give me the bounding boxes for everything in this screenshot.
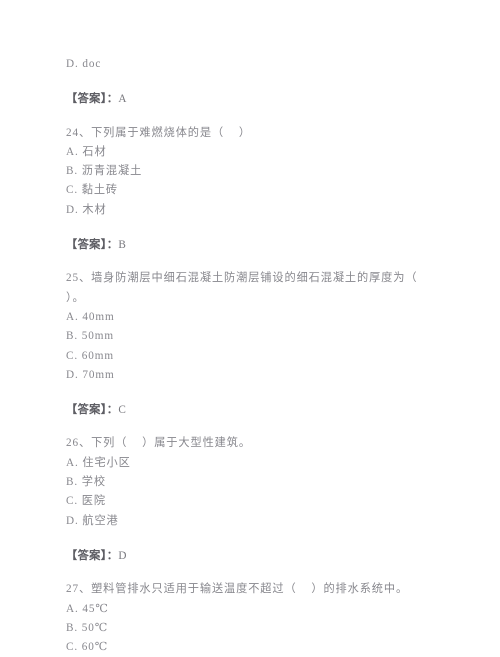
option-item: A. 住宅小区 [66, 456, 131, 469]
question-stem-27: 27、塑料管排水只适用于输送温度不超过（ ）的排水系统中。 [66, 583, 409, 596]
option-item: C. 60mm [66, 349, 114, 362]
answer-line: 【答案】：C [66, 401, 450, 420]
answer-value: C [118, 404, 127, 417]
answer-value: A [118, 93, 127, 106]
option-item: B. 学校 [66, 476, 106, 489]
answer-line: 【答案】：B [66, 236, 450, 255]
option-item: A. 石材 [66, 145, 107, 158]
question-stem-24: 24、下列属于难燃烧体的是（ ） [66, 126, 251, 139]
answer-line: 【答案】：D [66, 547, 450, 566]
option-item: B. 沥青混凝土 [66, 165, 143, 178]
answer-value: B [118, 239, 127, 252]
option-item: D. 木材 [66, 203, 107, 216]
question-stem-25: 25、墙身防潮层中细石混凝土防潮层铺设的细石混凝土的厚度为（ ）。 [66, 272, 418, 304]
option-item: D. doc [66, 58, 102, 70]
option-item: C. 医院 [66, 495, 106, 508]
answer-line: 【答案】：A [66, 90, 450, 109]
option-item: D. 70mm [66, 368, 115, 381]
option-item: B. 50mm [66, 330, 114, 343]
answer-label: 【答案】： [66, 549, 119, 562]
option-item: C. 黏土砖 [66, 184, 119, 197]
answer-value: D [118, 549, 127, 562]
answer-label: 【答案】： [66, 93, 119, 106]
document-body: D. doc 【答案】：A 24、下列属于难燃烧体的是（ ） A. 石材 B. … [66, 55, 450, 657]
option-item: A. 40mm [66, 310, 115, 323]
option-item: B. 50℃ [66, 621, 109, 634]
option-item: A. 45℃ [66, 602, 109, 615]
answer-label: 【答案】： [66, 239, 119, 252]
question-stem-26: 26、下列（ ）属于大型性建筑。 [66, 437, 251, 450]
option-item: C. 60℃ [66, 641, 109, 654]
option-item: D. 航空港 [66, 514, 119, 527]
answer-label: 【答案】： [66, 404, 119, 417]
document-page: D. doc 【答案】：A 24、下列属于难燃烧体的是（ ） A. 石材 B. … [0, 0, 500, 653]
